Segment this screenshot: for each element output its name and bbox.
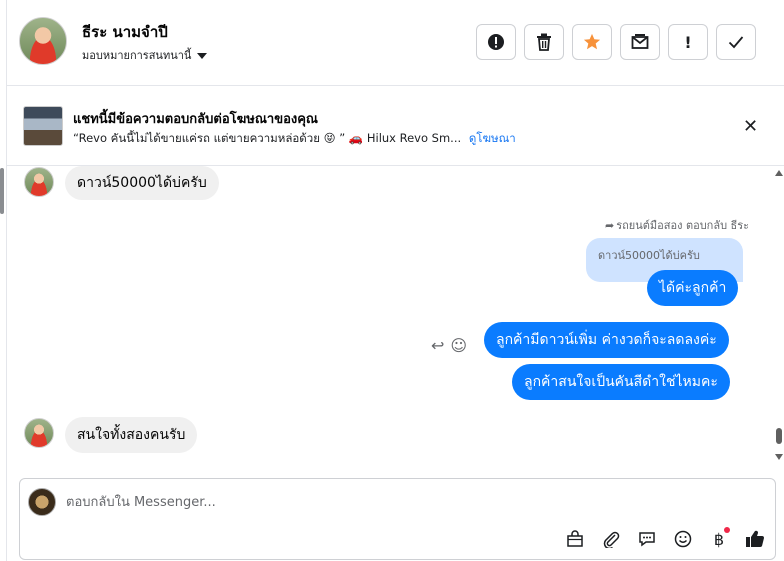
thread-scrollbar[interactable]	[772, 166, 784, 466]
banner-title: แชทนี้มีข้อความตอบกลับต่อโฆษณาของคุณ	[73, 112, 318, 127]
star-button[interactable]	[572, 24, 612, 60]
conversation-window: ธีระ นามจำปี มอบหมายการสนทนานี้ ! แชทนี้…	[0, 0, 784, 561]
scroll-down-icon[interactable]	[775, 454, 783, 460]
shop-bag-icon[interactable]	[563, 527, 587, 551]
banner-subtitle: “Revo คันนี้ไม่ได้ขายแค่รถ แต่ขายความหล่…	[73, 130, 516, 148]
assign-label: มอบหมายการสนทนานี้	[82, 49, 192, 62]
outgoing-message[interactable]: ลูกค้าสนใจเป็นคันสีดำใช่ไหมคะ	[512, 364, 730, 400]
done-button[interactable]	[716, 24, 756, 60]
conversation-header: ธีระ นามจำปี มอบหมายการสนทนานี้ !	[7, 0, 784, 86]
composer-tools: ฿	[563, 527, 767, 551]
outgoing-message[interactable]: ลูกค้ามีดาวน์เพิ่ม ค่างวดก็จะลดลงค่ะ	[484, 322, 729, 358]
attachment-icon[interactable]	[599, 527, 623, 551]
exclamation-icon: !	[684, 32, 692, 52]
alert-icon	[488, 34, 504, 50]
reply-note-text: รถยนต์มือสอง ตอบกลับ ธีระ	[616, 219, 750, 232]
react-emoji-icon[interactable]: ☺	[450, 336, 467, 355]
star-icon	[583, 33, 601, 50]
incoming-message[interactable]: ดาวน์50000ได้บ่ครับ	[65, 166, 219, 200]
saved-reply-icon[interactable]	[635, 527, 659, 551]
assign-conversation-dropdown[interactable]: มอบหมายการสนทนานี้	[82, 46, 208, 64]
contact-avatar-small[interactable]	[24, 418, 54, 448]
view-ad-link[interactable]: ดูโฆษณา	[469, 131, 516, 145]
baht-glyph: ฿	[713, 529, 725, 549]
contact-avatar-small[interactable]	[24, 167, 54, 197]
left-scrollbar-thumb[interactable]	[0, 168, 4, 214]
outgoing-message[interactable]: ได้ค่ะลูกค้า	[647, 270, 739, 306]
reply-input[interactable]	[66, 492, 666, 512]
scroll-up-icon[interactable]	[775, 170, 783, 176]
message-tools: ↩ ☺	[431, 336, 467, 355]
incoming-message[interactable]: สนใจทั้งสองคนรับ	[65, 417, 198, 453]
follow-up-button[interactable]: !	[668, 24, 708, 60]
ad-thumbnail[interactable]	[23, 106, 63, 146]
check-icon	[728, 36, 744, 49]
envelope-icon	[631, 34, 649, 49]
baht-icon[interactable]: ฿	[707, 527, 731, 551]
emoji-icon[interactable]	[671, 527, 695, 551]
reply-arrow-icon: ➦	[605, 219, 615, 232]
notification-dot	[724, 527, 730, 533]
delete-button[interactable]	[524, 24, 564, 60]
like-icon[interactable]	[743, 527, 767, 551]
reply-note: ➦ รถยนต์มือสอง ตอบกลับ ธีระ	[605, 216, 749, 234]
page-avatar	[28, 488, 56, 516]
trash-icon	[537, 33, 551, 51]
close-icon[interactable]: ✕	[743, 116, 758, 137]
report-button[interactable]	[476, 24, 516, 60]
reply-icon[interactable]: ↩	[431, 336, 444, 355]
ad-reply-banner: แชทนี้มีข้อความตอบกลับต่อโฆษณาของคุณ “Re…	[7, 86, 784, 166]
contact-avatar[interactable]	[19, 17, 67, 65]
header-actions: !	[476, 24, 756, 60]
ad-caption: “Revo คันนี้ไม่ได้ขายแค่รถ แต่ขายความหล่…	[73, 131, 462, 145]
contact-name[interactable]: ธีระ นามจำปี	[82, 20, 168, 44]
mark-unread-button[interactable]	[620, 24, 660, 60]
left-scrollbar[interactable]	[0, 0, 7, 561]
message-composer: ฿	[19, 478, 776, 560]
caret-down-icon	[197, 53, 208, 59]
scrollbar-thumb[interactable]	[776, 428, 782, 444]
message-thread[interactable]: ดาวน์50000ได้บ่ครับ ➦ รถยนต์มือสอง ตอบกลั…	[7, 166, 784, 478]
